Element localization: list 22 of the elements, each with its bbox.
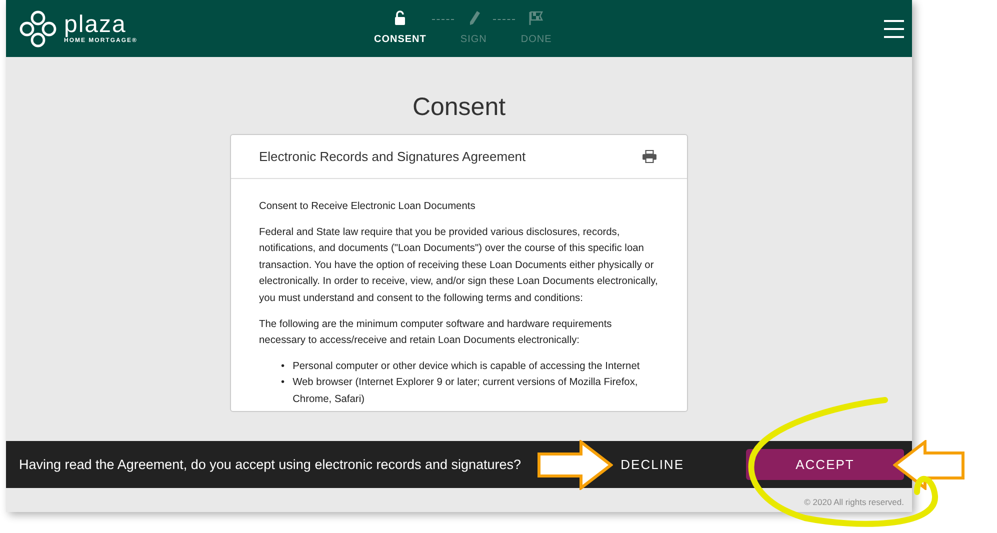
progress-step: CONSENT bbox=[374, 10, 426, 45]
clover-logo-icon bbox=[18, 8, 58, 48]
card-title: Electronic Records and Signatures Agreement bbox=[259, 149, 526, 164]
progress-step: SIGN bbox=[460, 10, 487, 45]
requirement-item: Personal computer or other device which is capable of accessing the Internet bbox=[292, 360, 641, 374]
checkered-flag-icon bbox=[528, 10, 544, 26]
copyright-text: © 2020 All rights reserved. bbox=[804, 497, 904, 507]
decline-button[interactable]: DECLINE bbox=[610, 451, 694, 478]
page-title: Consent bbox=[412, 93, 506, 122]
bullet-mark: • bbox=[281, 376, 285, 390]
agreement-paragraph: The following are the minimum computer software and hardware requirements necessary to access/receive and retain Loan Documents electronically: bbox=[259, 318, 613, 348]
brand-name: plaza bbox=[64, 12, 128, 36]
agreement-paragraph: Federal and State law require that you be provided various disclosures, records, notifications, and documents ("Loan Documents") over the course of this specific loan transaction. You have the option of receiving these Loan Documents either physically or electronically. In order to receive, view, and/or sign these Loan Documents electronically, you must understand and consent to the following terms and conditions: bbox=[259, 226, 659, 306]
requirement-item: Web browser (Internet Explorer 9 or later; current versions of Mozilla Firefox, Chrome, Safari) bbox=[292, 376, 639, 407]
section-heading: Consent to Receive Electronic Loan Documents bbox=[259, 200, 476, 214]
accept-button[interactable]: ACCEPT bbox=[746, 449, 904, 480]
progress-step: DONE bbox=[520, 10, 552, 45]
bullet-mark: • bbox=[281, 360, 285, 374]
consent-question: Having read the Agreement, do you accept using electronic records and signatures? bbox=[19, 457, 522, 472]
print-icon[interactable] bbox=[642, 150, 657, 163]
arrow-annotation bbox=[893, 440, 965, 490]
menu-icon[interactable] bbox=[884, 20, 904, 38]
